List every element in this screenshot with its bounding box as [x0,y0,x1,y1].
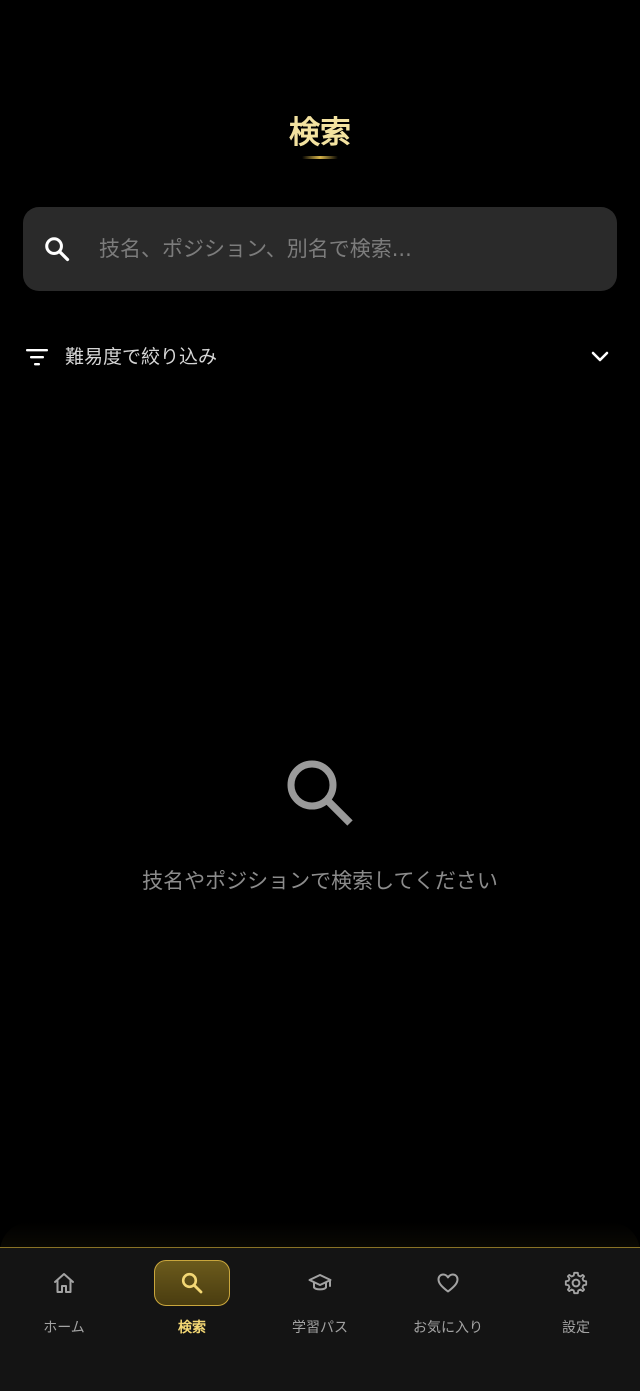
graduation-cap-icon [308,1274,332,1291]
nav-icon-container [410,1260,486,1306]
difficulty-filter-toggle[interactable]: 難易度で絞り込み [23,334,617,380]
nav-icon-container [538,1260,614,1306]
bottom-navigation: ホーム 検索 学習パス お気に入り 設定 [0,1247,640,1391]
search-input[interactable] [99,207,599,291]
search-icon [181,1272,203,1294]
filter-label: 難易度で絞り込み [65,346,218,368]
search-icon [45,237,70,262]
gear-icon [564,1271,588,1295]
nav-item-favorites[interactable]: お気に入り [384,1260,512,1340]
nav-label-favorites: お気に入り [413,1320,483,1336]
nav-label-learning-path: 学習パス [292,1320,348,1336]
search-bar[interactable] [23,207,617,291]
page-title: 検索 [289,115,351,151]
filter-icon [26,349,48,366]
title-underline [302,156,338,159]
nav-item-learning-path[interactable]: 学習パス [256,1260,384,1340]
nav-icon-container [26,1260,102,1306]
nav-item-settings[interactable]: 設定 [512,1260,640,1340]
nav-label-search: 検索 [178,1320,206,1336]
nav-item-search[interactable]: 検索 [128,1260,256,1340]
nav-icon-container [282,1260,358,1306]
nav-item-home[interactable]: ホーム [0,1260,128,1340]
home-icon [54,1273,74,1293]
heart-icon [437,1273,459,1293]
nav-label-settings: 設定 [562,1320,590,1336]
empty-search-icon [287,760,353,826]
empty-state-message: 技名やポジションで検索してください [142,869,498,893]
nav-icon-container [154,1260,230,1306]
chevron-down-icon[interactable] [589,347,611,367]
nav-label-home: ホーム [43,1320,85,1336]
